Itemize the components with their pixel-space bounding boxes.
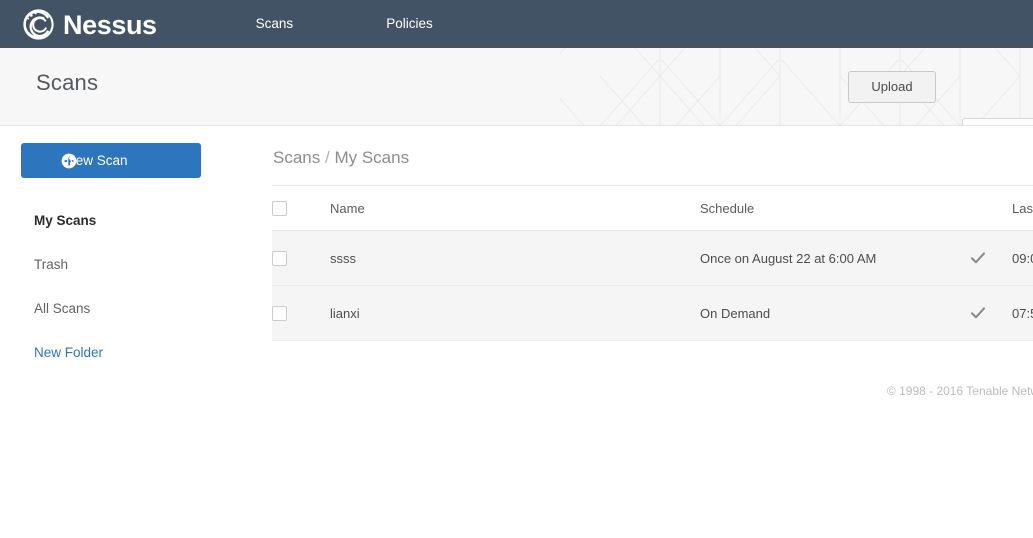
scan-name[interactable]: ssss <box>330 230 700 286</box>
new-scan-button[interactable]: New Scan <box>21 143 201 178</box>
sidebar-item-my-scans[interactable]: My Scans <box>0 199 251 243</box>
row-select-cell <box>272 285 330 341</box>
select-all-cell <box>272 185 330 231</box>
main-content: Scans / My Scans Name Schedule Last M <box>251 127 1033 538</box>
scan-status-cell <box>970 285 1012 341</box>
table-row[interactable]: lianxi On Demand 07:54 <box>272 285 1033 341</box>
sidebar-item-new-folder[interactable]: New Folder <box>0 331 251 375</box>
hexagon-watermark-pattern <box>560 48 1021 125</box>
breadcrumb-current: My Scans <box>334 148 410 167</box>
scan-last-modified: 09:06 <box>1012 230 1033 286</box>
scan-schedule: On Demand <box>700 285 970 341</box>
brand-name: Nessus <box>63 9 157 40</box>
nav-link-scans[interactable]: Scans <box>256 0 294 48</box>
checkmark-icon <box>970 250 1012 266</box>
scan-last-modified: 07:54 <box>1012 285 1033 341</box>
checkmark-icon <box>970 305 1012 321</box>
scan-name[interactable]: lianxi <box>330 285 700 341</box>
brand-logo[interactable]: Nessus <box>22 0 157 48</box>
nessus-spiral-logo-icon <box>22 8 55 41</box>
row-select-cell <box>272 230 330 286</box>
column-header-status <box>970 185 1012 231</box>
nav-link-policies[interactable]: Policies <box>386 0 433 48</box>
row-checkbox[interactable] <box>272 251 287 267</box>
search-box[interactable] <box>962 118 1033 125</box>
scans-table-head: Name Schedule Last M <box>272 185 1033 231</box>
plus-circle-icon <box>41 153 77 169</box>
sidebar-nav: My Scans Trash All Scans New Folder <box>0 199 251 375</box>
page-title: Scans <box>36 70 99 95</box>
breadcrumb: Scans / My Scans <box>273 148 409 168</box>
sidebar: New Scan My Scans Trash All Scans New Fo… <box>0 127 251 538</box>
select-all-checkbox[interactable] <box>272 201 287 217</box>
scans-table: Name Schedule Last M ssss Once on August… <box>272 185 1033 341</box>
sub-header: Scans Upload <box>0 48 1033 126</box>
scans-table-body: ssss Once on August 22 at 6:00 AM 09:06 … <box>272 230 1033 341</box>
table-header-row: Name Schedule Last M <box>272 185 1033 231</box>
column-header-schedule[interactable]: Schedule <box>700 185 970 231</box>
column-header-name[interactable]: Name <box>330 185 700 231</box>
footer: © 1998 - 2016 Tenable Network S <box>251 384 1033 398</box>
sidebar-item-trash[interactable]: Trash <box>0 243 251 287</box>
top-navbar: Nessus Scans Policies <box>0 0 1033 48</box>
new-scan-label: New Scan <box>66 153 128 168</box>
breadcrumb-separator: / <box>324 148 330 167</box>
table-row[interactable]: ssss Once on August 22 at 6:00 AM 09:06 <box>272 230 1033 286</box>
copyright-text: © 1998 - 2016 Tenable Network S <box>886 384 1033 398</box>
scan-schedule: Once on August 22 at 6:00 AM <box>700 230 970 286</box>
breadcrumb-parent[interactable]: Scans <box>273 148 320 167</box>
row-checkbox[interactable] <box>272 306 287 322</box>
sidebar-item-all-scans[interactable]: All Scans <box>0 287 251 331</box>
main-nav: Scans Policies <box>256 0 526 48</box>
scan-status-cell <box>970 230 1012 286</box>
column-header-last-modified[interactable]: Last M <box>1012 185 1033 231</box>
upload-button[interactable]: Upload <box>848 71 936 103</box>
